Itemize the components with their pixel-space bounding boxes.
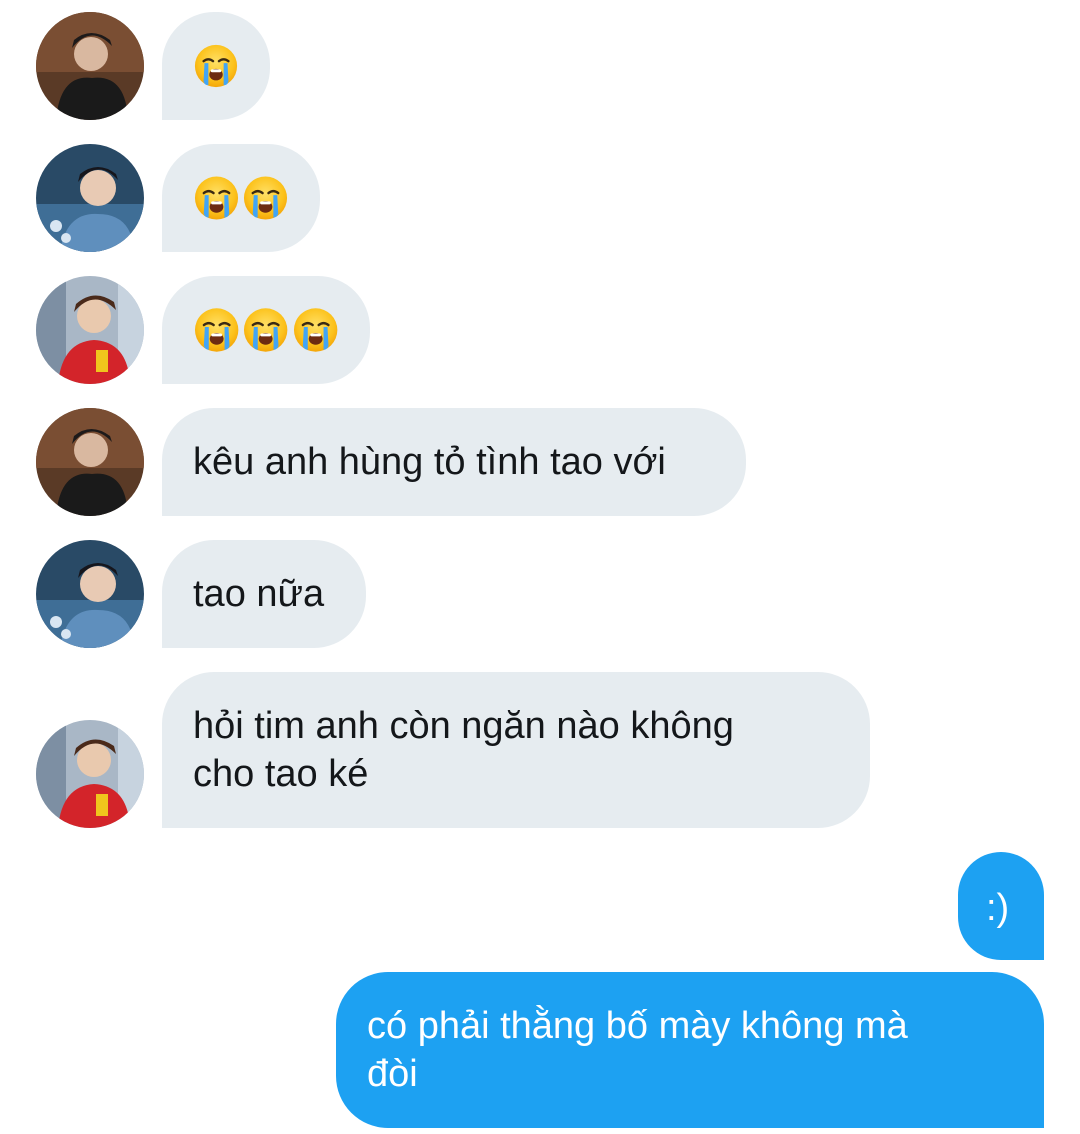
message-bubble-outgoing: :): [958, 852, 1044, 960]
message-bubble-outgoing: có phải thằng bố mày không mà đòi: [336, 972, 1044, 1128]
message-text: có phải thằng bố mày không mà đòi: [367, 1005, 908, 1095]
avatar-photo: [36, 276, 144, 384]
message-text: kêu anh hùng tỏ tình tao với: [193, 441, 666, 483]
message-text: tao nữa: [193, 573, 325, 615]
message-text: hỏi tim anh còn ngăn nào không cho tao k…: [193, 705, 734, 795]
loudly-crying-face-icon: [193, 174, 240, 222]
message-bubble: [162, 276, 370, 384]
conversation-thread: kêu anh hùng tỏ tình tao với tao nữa hỏi…: [0, 0, 1080, 1134]
avatar-photo: [36, 12, 144, 120]
avatar-photo: [36, 540, 144, 648]
message-bubble: [162, 144, 320, 252]
message-bubble: hỏi tim anh còn ngăn nào không cho tao k…: [162, 672, 870, 828]
message-bubble: kêu anh hùng tỏ tình tao với: [162, 408, 746, 516]
loudly-crying-face-icon: [242, 174, 289, 222]
loudly-crying-face-icon: [292, 306, 339, 354]
loudly-crying-face-icon: [193, 42, 239, 90]
message-bubble: [162, 12, 270, 120]
emoji-row: [193, 306, 339, 354]
avatar-photo: [36, 408, 144, 516]
avatar-user-b[interactable]: [36, 144, 144, 252]
avatar-user-c[interactable]: [36, 276, 144, 384]
message-text: :): [986, 887, 1010, 929]
emoji-row: [193, 42, 239, 90]
emoji-row: [193, 174, 289, 222]
avatar-user-b[interactable]: [36, 540, 144, 648]
avatar-photo: [36, 720, 144, 828]
loudly-crying-face-icon: [193, 306, 240, 354]
avatar-photo: [36, 144, 144, 252]
avatar-user-a[interactable]: [36, 408, 144, 516]
avatar-user-c[interactable]: [36, 720, 144, 828]
message-bubble: tao nữa: [162, 540, 366, 648]
loudly-crying-face-icon: [242, 306, 289, 354]
avatar-user-a[interactable]: [36, 12, 144, 120]
